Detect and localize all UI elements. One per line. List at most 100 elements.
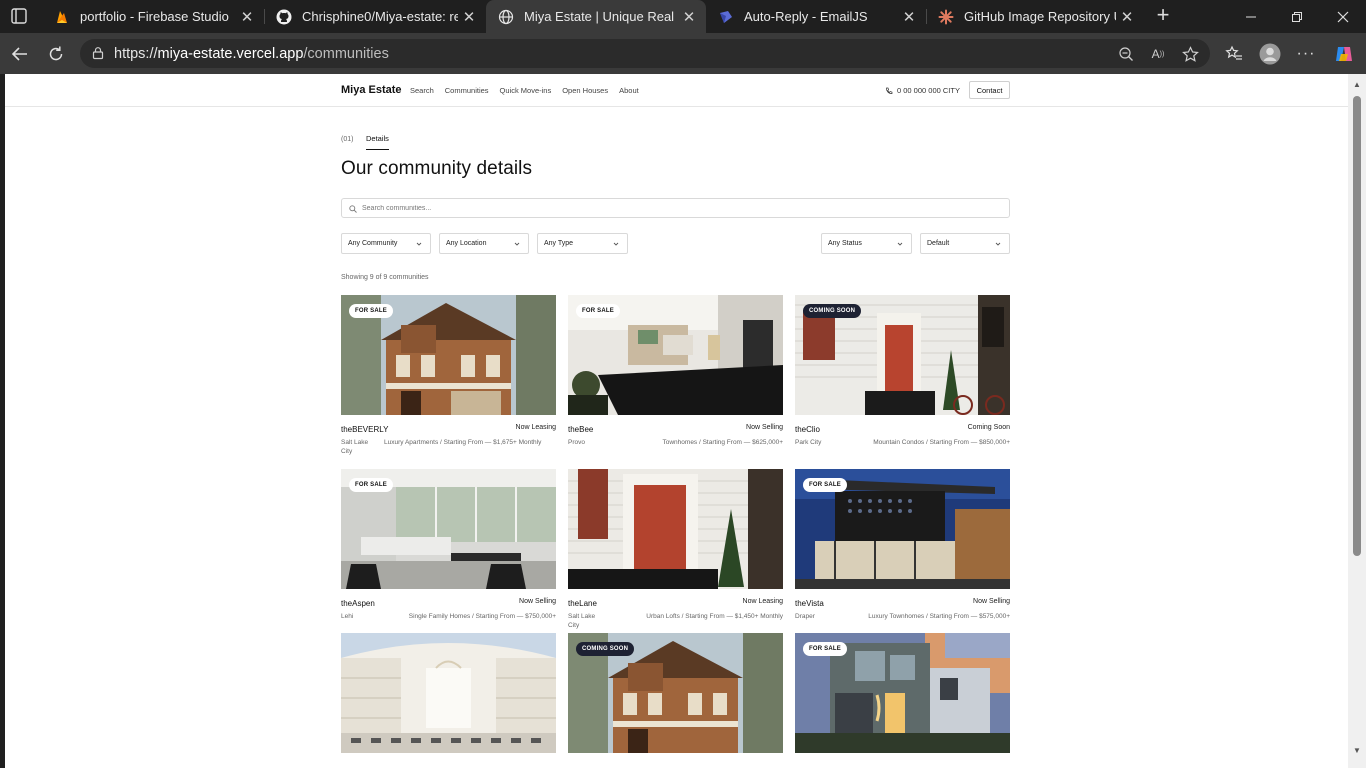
community-photo[interactable]: COMING SOON xyxy=(795,295,1010,415)
community-filter[interactable]: Any Community xyxy=(341,233,431,254)
brand-logo[interactable]: Miya Estate xyxy=(341,84,402,96)
tab-emailjs[interactable]: Auto-Reply - EmailJS ✕ xyxy=(706,0,926,33)
nav-communities[interactable]: Communities xyxy=(445,86,489,95)
nav-about[interactable]: About xyxy=(619,86,639,95)
back-arrow-icon[interactable] xyxy=(7,41,33,67)
phone-number: 0 00 000 000 CITY xyxy=(897,86,960,95)
refresh-icon[interactable] xyxy=(43,41,69,67)
close-icon[interactable]: ✕ xyxy=(458,6,480,28)
profile-avatar-icon[interactable] xyxy=(1257,41,1283,67)
new-tab-icon[interactable]: + xyxy=(1152,4,1174,27)
phone-link[interactable]: 0 00 000 000 CITY xyxy=(885,86,960,95)
chevron-down-icon xyxy=(514,242,520,246)
status-badge: COMING SOON xyxy=(576,642,635,656)
results-count: Showing 9 of 9 communities xyxy=(341,274,429,281)
community-card[interactable] xyxy=(341,633,556,753)
community-name[interactable]: theVista xyxy=(795,599,824,608)
search-input[interactable] xyxy=(362,201,962,216)
tab-title: Chrisphine0/Miya-estate: real xyxy=(302,9,458,24)
main-nav: Search Communities Quick Move-ins Open H… xyxy=(410,86,650,95)
community-card[interactable]: FOR SALE theVista Now Selling Draper Luxur… xyxy=(795,469,1010,620)
page-scrollbar[interactable]: ▲ ▼ xyxy=(1348,74,1366,768)
close-icon[interactable]: ✕ xyxy=(236,6,258,28)
site-info-icon[interactable] xyxy=(91,46,105,65)
tab-actions-icon[interactable] xyxy=(8,6,32,26)
community-city: Lehi xyxy=(341,613,354,620)
close-window-icon[interactable] xyxy=(1320,0,1366,33)
community-name[interactable]: theLane xyxy=(568,599,597,608)
community-name[interactable]: theAspen xyxy=(341,599,375,608)
community-card[interactable]: FOR SALE theAspen Now Selling Lehi Single … xyxy=(341,469,556,620)
community-description: Mountain Condos / Starting From — $850,0… xyxy=(873,439,1010,446)
community-photo[interactable] xyxy=(568,469,783,589)
address-bar[interactable]: https://miya-estate.vercel.app/communiti… xyxy=(80,39,1210,68)
status-filter[interactable]: Any Status xyxy=(821,233,912,254)
community-photo[interactable]: COMING SOON xyxy=(568,633,783,753)
scrollbar-thumb[interactable] xyxy=(1353,96,1361,556)
tab-miya-estate[interactable]: Miya Estate | Unique Real Esta ✕ xyxy=(486,0,706,33)
community-photo[interactable]: FOR SALE xyxy=(341,295,556,415)
close-icon[interactable]: ✕ xyxy=(898,6,920,28)
community-photo[interactable] xyxy=(341,633,556,753)
status-filter-value: Any Status xyxy=(828,240,862,247)
more-options-icon[interactable]: ··· xyxy=(1293,41,1319,67)
site-header: Miya Estate Search Communities Quick Mov… xyxy=(5,74,1348,107)
type-filter[interactable]: Any Type xyxy=(537,233,628,254)
minimize-icon[interactable] xyxy=(1228,0,1274,33)
type-filter-value: Any Type xyxy=(544,240,574,247)
chevron-down-icon xyxy=(613,242,619,246)
nav-quick-move-ins[interactable]: Quick Move-ins xyxy=(500,86,552,95)
tab-title: GitHub Image Repository Upd xyxy=(964,9,1116,24)
community-status: Coming Soon xyxy=(967,424,1010,431)
scroll-down-icon[interactable]: ▼ xyxy=(1352,746,1362,756)
status-badge: COMING SOON xyxy=(803,304,862,318)
url-host: miya-estate.vercel.app xyxy=(157,46,304,62)
community-photo[interactable]: FOR SALE xyxy=(795,633,1010,753)
firebase-icon xyxy=(54,9,70,25)
nav-search[interactable]: Search xyxy=(410,86,434,95)
tab-details[interactable]: Details xyxy=(366,134,389,150)
community-card[interactable]: FOR SALE theBEVERLY Now Leasing Salt Lake… xyxy=(341,295,556,455)
tab-firebase[interactable]: portfolio - Firebase Studio ✕ xyxy=(42,0,264,33)
location-filter[interactable]: Any Location xyxy=(439,233,529,254)
community-card[interactable]: FOR SALE xyxy=(795,633,1010,753)
url-path: /communities xyxy=(303,46,389,62)
zoom-out-icon[interactable] xyxy=(1117,45,1135,63)
favorite-star-icon[interactable] xyxy=(1181,45,1199,63)
emailjs-icon xyxy=(718,9,734,25)
copilot-icon[interactable] xyxy=(1331,41,1357,67)
contact-button[interactable]: Contact xyxy=(969,81,1010,99)
community-status: Now Selling xyxy=(519,598,556,605)
community-name[interactable]: theBEVERLY xyxy=(341,425,388,434)
community-photo[interactable]: FOR SALE xyxy=(568,295,783,415)
community-name[interactable]: theClio xyxy=(795,425,820,434)
community-card[interactable]: COMING SOON theClio Coming Soon Park City… xyxy=(795,295,1010,446)
community-filter-value: Any Community xyxy=(348,240,398,247)
tab-title: Auto-Reply - EmailJS xyxy=(744,9,868,24)
community-name[interactable]: theBee xyxy=(568,425,593,434)
close-icon[interactable]: ✕ xyxy=(1116,6,1138,28)
sort-select[interactable]: Default xyxy=(920,233,1010,254)
favorites-icon[interactable] xyxy=(1221,41,1247,67)
close-icon[interactable]: ✕ xyxy=(678,6,700,28)
community-card[interactable]: theLane Now Leasing Salt Lake City Urban L… xyxy=(568,469,783,629)
nav-open-houses[interactable]: Open Houses xyxy=(562,86,608,95)
scroll-up-icon[interactable]: ▲ xyxy=(1352,80,1362,90)
phone-icon xyxy=(886,87,893,94)
browser-toolbar: https://miya-estate.vercel.app/communiti… xyxy=(0,33,1366,74)
community-card[interactable]: COMING SOON xyxy=(568,633,783,753)
tab-github[interactable]: Chrisphine0/Miya-estate: real ✕ xyxy=(264,0,486,33)
community-search[interactable] xyxy=(341,198,1010,218)
chevron-down-icon xyxy=(416,242,422,246)
community-photo[interactable]: FOR SALE xyxy=(795,469,1010,589)
read-aloud-icon[interactable]: A)) xyxy=(1149,45,1167,63)
community-photo[interactable]: FOR SALE xyxy=(341,469,556,589)
community-card[interactable]: FOR SALE theBee Now Selling Provo Townhome… xyxy=(568,295,783,446)
status-badge: FOR SALE xyxy=(803,642,847,656)
restore-icon[interactable] xyxy=(1274,0,1320,33)
status-badge: FOR SALE xyxy=(803,478,847,492)
address-url[interactable]: https://miya-estate.vercel.app/communiti… xyxy=(114,46,389,62)
tab-claude[interactable]: GitHub Image Repository Upd ✕ xyxy=(926,0,1144,33)
status-badge: FOR SALE xyxy=(349,478,393,492)
tab-title: portfolio - Firebase Studio xyxy=(80,9,229,24)
